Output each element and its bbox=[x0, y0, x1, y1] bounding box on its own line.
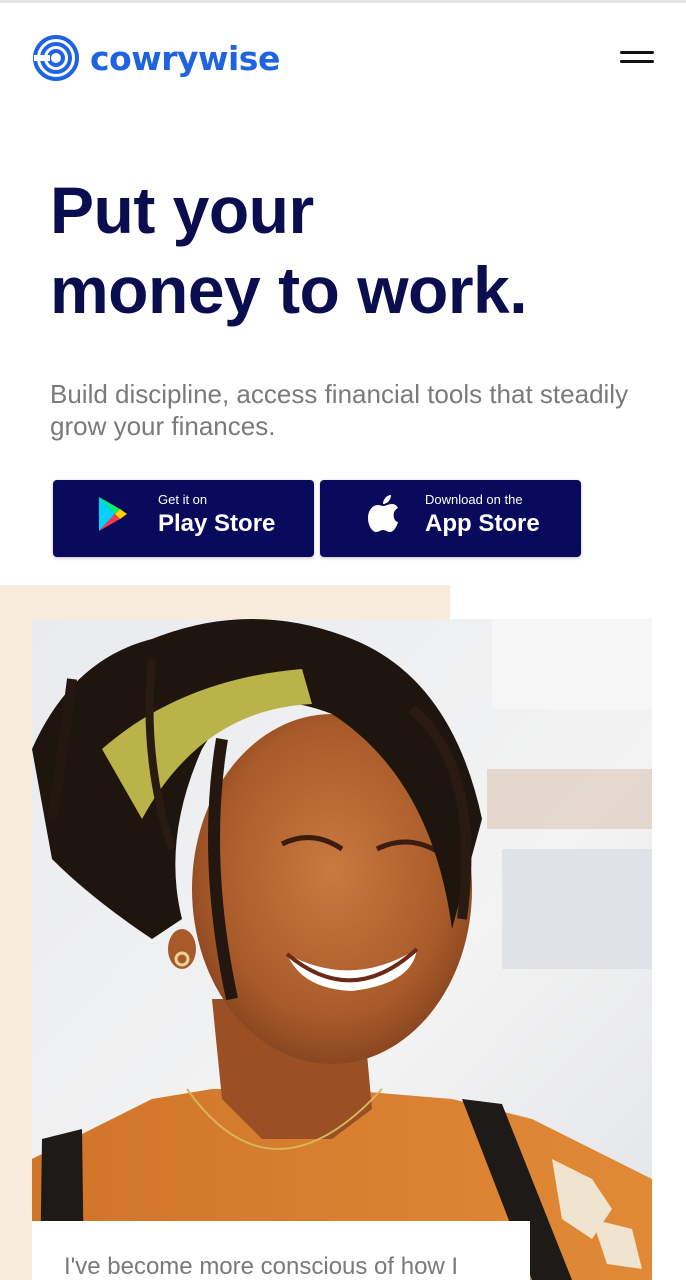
play-store-caption: Get it on bbox=[158, 492, 208, 507]
top-border bbox=[0, 0, 686, 3]
brand-logo[interactable]: cowrywise bbox=[32, 33, 280, 83]
testimonial-quote: I've become more conscious of how I bbox=[64, 1253, 459, 1280]
app-store-caption: Download on the bbox=[425, 492, 523, 507]
hero-photo bbox=[32, 619, 652, 1280]
hero-title-line-1: Put your bbox=[50, 173, 314, 247]
brand-name: cowrywise bbox=[90, 38, 280, 78]
play-store-label: Play Store bbox=[158, 510, 276, 537]
hero-title: Put your money to work. bbox=[50, 170, 650, 330]
app-store-label: App Store bbox=[425, 510, 540, 537]
testimonial-card: I've become more conscious of how I bbox=[32, 1221, 530, 1280]
apple-icon bbox=[366, 494, 400, 534]
hero-subtitle: Build discipline, access financial tools… bbox=[50, 379, 629, 441]
hero-title-line-2: money to work. bbox=[50, 253, 528, 327]
play-store-button[interactable]: Get it on Play Store bbox=[53, 480, 314, 557]
google-play-icon bbox=[97, 496, 129, 532]
app-store-button[interactable]: Download on the App Store bbox=[320, 480, 581, 557]
hamburger-menu-icon[interactable] bbox=[620, 48, 656, 68]
spiral-rings-icon bbox=[32, 34, 80, 82]
